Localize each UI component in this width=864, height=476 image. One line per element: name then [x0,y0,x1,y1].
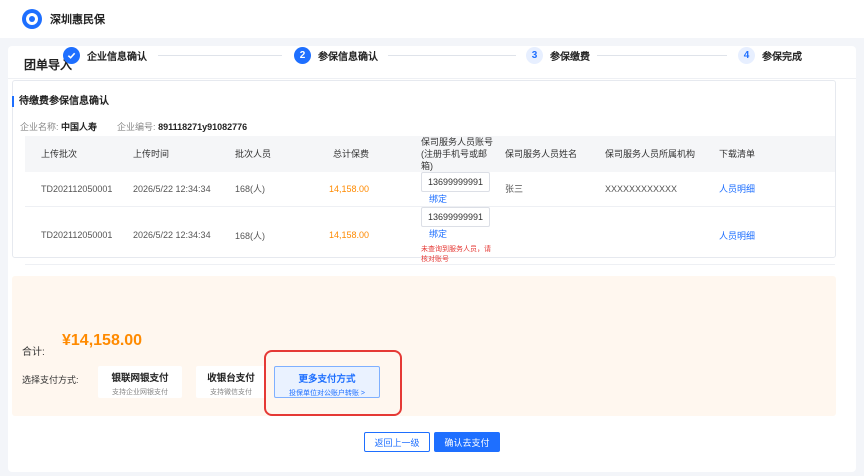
account-input[interactable]: 13699999991 [421,206,491,227]
highlight-annotation [264,350,402,416]
step-3: 3 参保缴费 [526,46,590,64]
cell-batch: TD202112050001 [25,206,127,265]
step-2: 2 参保信息确认 [294,46,378,64]
col-download: 下载清单 [713,136,835,172]
confirm-pay-button[interactable]: 确认去支付 [434,432,500,452]
cell-time: 2026/5/22 12:34:34 [127,172,229,207]
company-code-value: 891118271y91082776 [158,122,248,132]
check-icon [63,46,80,64]
step-1-label: 企业信息确认 [87,51,147,63]
unionpay-title: 银联网银支付 [111,373,169,384]
bind-link[interactable]: 绑定 [429,194,447,204]
company-code: 企业编号: 891118271y91082776 [117,120,247,133]
total-amount: ¥14,158.00 [62,332,143,349]
cashier-title: 收银台支付 [207,373,255,384]
account-input[interactable]: 13699999991 [421,172,491,193]
col-batch: 上传批次 [25,136,127,172]
company-name-value: 中国人寿 [61,122,98,132]
title-divider [8,78,856,79]
step-2-label: 参保信息确认 [318,51,378,63]
col-time: 上传时间 [127,136,229,172]
cell-premium: 14,158.00 [301,172,375,207]
step-4-number: 4 [738,46,755,64]
cell-staff-name: 张三 [499,172,599,207]
step-4-label: 参保完成 [762,51,802,63]
account-warning: 未查询到服务人员，请核对账号 [421,245,491,263]
company-code-label: 企业编号: [117,122,156,132]
company-name-label: 企业名称: [20,122,59,132]
company-name: 企业名称: 中国人寿 [20,120,97,133]
cashier-subtitle: 支持微信支付 [210,389,252,396]
step-4: 4 参保完成 [738,46,802,64]
back-button[interactable]: 返回上一级 [364,432,430,452]
step-3-number: 3 [526,46,543,64]
cell-premium: 14,158.00 [301,206,375,265]
col-account: 保司服务人员账号 (注册手机号或邮箱) [375,136,499,172]
top-bar: 深圳惠民保 [0,0,864,38]
cell-account: 13699999991 绑定 未查询到服务人员，请核对账号 [375,206,499,265]
cell-staff-org [599,206,713,265]
col-premium: 总计保费 [301,136,375,172]
step-2-number: 2 [294,46,311,64]
download-link[interactable]: 人员明细 [713,172,835,207]
step-connector [158,55,282,56]
step-3-label: 参保缴费 [550,51,590,63]
company-info: 企业名称: 中国人寿 企业编号: 891118271y91082776 [20,120,247,133]
table-row: TD202112050001 2026/5/22 12:34:34 168(人)… [25,172,835,207]
cell-staff-org: XXXXXXXXXXXX [599,172,713,207]
step-1: 企业信息确认 [63,46,147,64]
cell-people: 168(人) [229,206,301,265]
payment-method-label: 选择支付方式: [22,375,79,385]
col-people: 批次人员 [229,136,301,172]
brand-name: 深圳惠民保 [50,14,105,26]
step-connector [388,55,516,56]
col-staff-name: 保司服务人员姓名 [499,136,599,172]
unionpay-option[interactable]: 银联网银支付 支持企业网银支付 [98,366,182,398]
unionpay-subtitle: 支持企业网银支付 [112,389,168,396]
section-title: 待缴费参保信息确认 [12,96,109,107]
total-label: 合计: [22,347,45,358]
step-connector [597,55,727,56]
bind-link[interactable]: 绑定 [429,229,447,239]
cell-account: 13699999991绑定 [375,172,499,207]
cell-staff-name [499,206,599,265]
col-account-line1: 保司服务人员账号 [421,137,494,147]
batch-table: 上传批次 上传时间 批次人员 总计保费 保司服务人员账号 (注册手机号或邮箱) … [25,136,835,265]
col-staff-org: 保司服务人员所属机构 [599,136,713,172]
cell-time: 2026/5/22 12:34:34 [127,206,229,265]
cell-batch: TD202112050001 [25,172,127,207]
col-account-line2: (注册手机号或邮箱) [421,149,487,171]
brand-logo-icon [22,9,42,29]
cell-people: 168(人) [229,172,301,207]
table-header-row: 上传批次 上传时间 批次人员 总计保费 保司服务人员账号 (注册手机号或邮箱) … [25,136,835,172]
table-row: TD202112050001 2026/5/22 12:34:34 168(人)… [25,206,835,265]
download-link[interactable]: 人员明细 [713,206,835,265]
cashier-option[interactable]: 收银台支付 支持微信支付 [196,366,266,398]
